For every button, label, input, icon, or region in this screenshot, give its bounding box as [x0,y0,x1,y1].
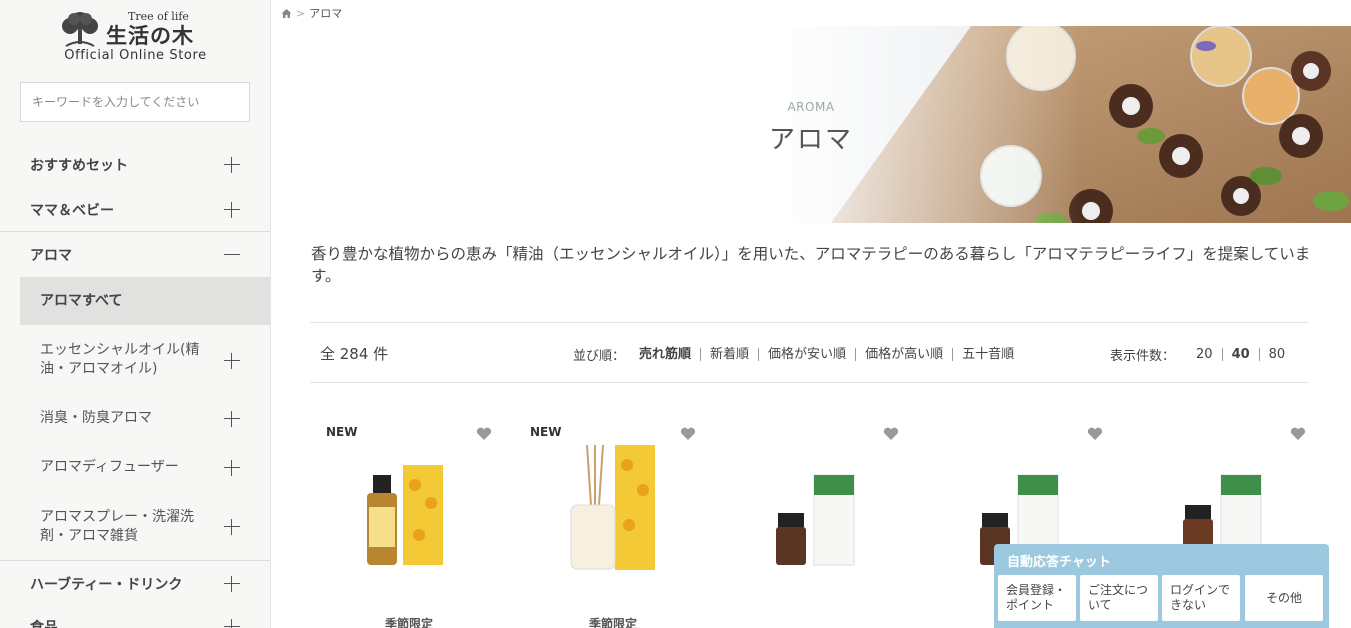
heart-icon[interactable] [680,427,696,441]
product-image[interactable] [746,445,886,575]
plus-icon[interactable] [224,619,240,628]
product-card[interactable]: NEW 季節限定 [319,415,499,628]
sub-item-label: アロマすべて [40,293,123,309]
heart-icon[interactable] [1290,427,1306,441]
product-tag: 季節限定 [384,617,433,628]
sort-options: 並び順： 売れ筋順 新着順 価格が安い順 価格が高い順 五十音順 [573,345,1023,364]
breadcrumb: > アロマ [281,5,342,21]
sub-item-label: 消臭・防臭アロマ [40,410,152,426]
product-card[interactable]: NEW 季節限定 [523,415,703,628]
plus-icon[interactable] [224,157,240,173]
heart-icon[interactable] [476,427,492,441]
tree-logo-icon [62,12,98,47]
chat-button-login[interactable]: ログインできない [1162,575,1240,621]
nav-item-aroma[interactable]: アロマ [0,244,270,266]
divider [0,560,270,561]
new-badge: NEW [530,425,562,439]
sub-item-aroma-diffuser[interactable]: アロマディフューザー [20,457,270,479]
heart-icon[interactable] [883,427,899,441]
sub-item-label: アロマディフューザー [40,459,179,475]
search-input[interactable] [20,82,250,122]
category-description: 香り豊かな植物からの恵み「精油（エッセンシャルオイル）」を用いた、アロマテラピー… [311,245,1311,285]
sub-item-label: アロマスプレー・洗濯洗剤・アロマ雑貨 [40,509,194,544]
nav-item-label: ハーブティー・ドリンク [30,577,183,593]
sort-label: 並び順： [573,349,626,364]
sort-price-high[interactable]: 価格が高い順 [855,348,952,361]
sub-item-deodorant-aroma[interactable]: 消臭・防臭アロマ [20,408,270,430]
per-page-options: 表示件数： 20 40 80 [1110,345,1294,364]
heart-icon[interactable] [1087,427,1103,441]
product-tag: 季節限定 [588,617,637,628]
result-toolbar: 全 284 件 並び順： 売れ筋順 新着順 価格が安い順 価格が高い順 五十音順… [310,322,1309,383]
breadcrumb-current: アロマ [309,7,343,20]
plus-icon[interactable] [224,460,240,476]
nav-item-label: ママ＆ベビー [30,203,114,219]
sub-item-essential-oil[interactable]: エッセンシャルオイル(精油・アロマオイル) [20,339,270,383]
product-image[interactable] [543,445,683,575]
nav-item-herb-tea[interactable]: ハーブティー・ドリンク [0,573,270,595]
product-card[interactable] [726,415,906,628]
hero-banner: AROMA アロマ [271,26,1351,223]
per-page-20[interactable]: 20 [1187,348,1222,361]
per-page-40[interactable]: 40 [1221,348,1259,361]
nav-item-label: アロマ [30,248,72,264]
nav-item-mama-baby[interactable]: ママ＆ベビー [0,199,270,221]
home-icon[interactable] [281,8,292,19]
breadcrumb-separator: > [296,6,306,20]
sort-alphabetical[interactable]: 五十音順 [952,348,1023,361]
minus-icon[interactable] [224,247,240,263]
sidebar: Tree of life 生活の木 Official Online Store … [0,0,271,628]
plus-icon[interactable] [224,411,240,427]
chat-button-orders[interactable]: ご注文について [1080,575,1158,621]
new-badge: NEW [326,425,358,439]
divider [0,231,270,232]
nav-item-label: おすすめセット [30,158,128,174]
chat-button-membership[interactable]: 会員登録・ポイント [998,575,1076,621]
logo-japanese: 生活の木 [106,24,194,48]
result-count: 全 284 件 [320,345,389,363]
nav-item-label: 食品 [30,620,58,628]
chat-button-other[interactable]: その他 [1245,575,1323,621]
per-page-label: 表示件数： [1110,349,1176,364]
sort-best-selling[interactable]: 売れ筋順 [639,348,700,361]
chat-title: 自動応答チャット [1007,555,1111,570]
sub-item-aroma-spray[interactable]: アロマスプレー・洗濯洗剤・アロマ雑貨 [20,506,270,550]
hero-title: アロマ [768,125,853,155]
per-page-80[interactable]: 80 [1258,348,1295,361]
logo-subtitle: Official Online Store [64,48,207,63]
sort-newest[interactable]: 新着順 [700,348,758,361]
plus-icon[interactable] [224,576,240,592]
plus-icon[interactable] [224,202,240,218]
plus-icon[interactable] [224,519,240,535]
auto-response-chat: 自動応答チャット 会員登録・ポイント ご注文について ログインできない その他 [994,544,1329,628]
nav-item-food[interactable]: 食品 [0,616,270,628]
sort-price-low[interactable]: 価格が安い順 [758,348,855,361]
hero-kicker: AROMA [787,100,835,114]
site-logo[interactable]: Tree of life 生活の木 Official Online Store [0,8,270,68]
product-image[interactable] [339,445,479,575]
sub-item-label: エッセンシャルオイル(精油・アロマオイル) [40,342,200,377]
nav-item-recommended-sets[interactable]: おすすめセット [0,154,270,176]
sub-item-all-aroma[interactable]: アロマすべて [20,277,270,325]
plus-icon[interactable] [224,353,240,369]
